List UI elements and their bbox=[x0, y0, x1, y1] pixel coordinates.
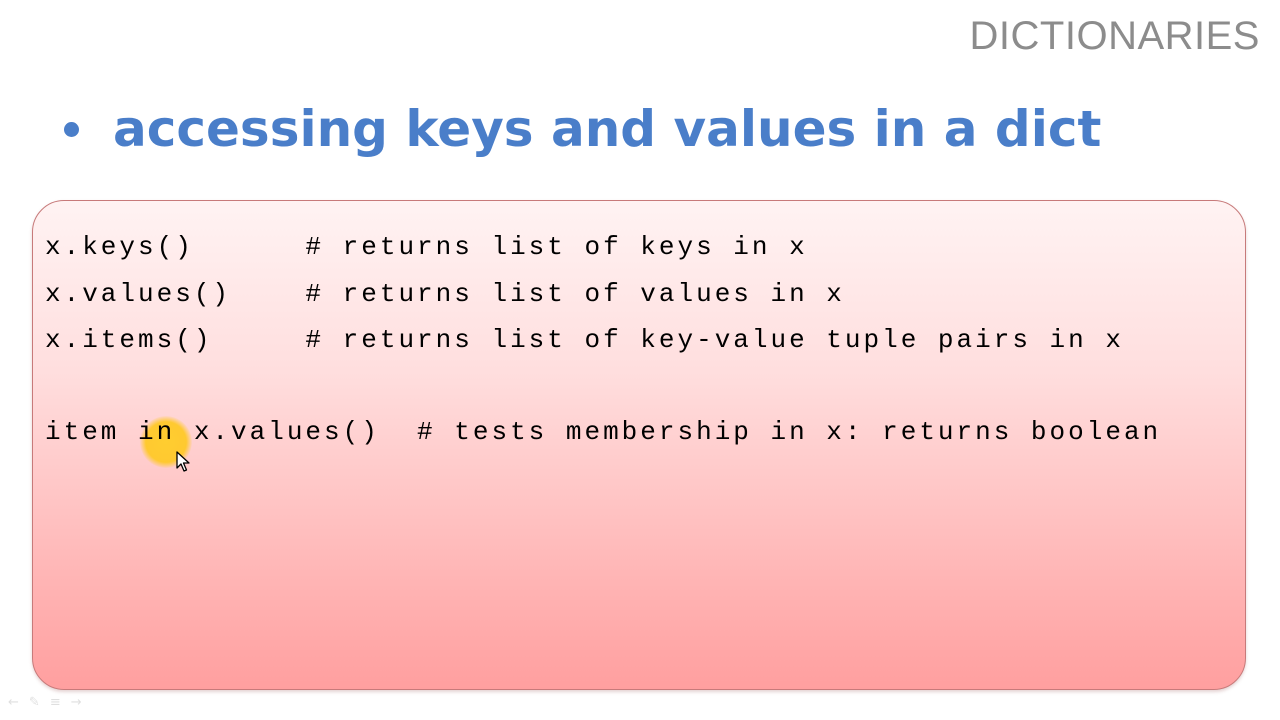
bullet-item: accessing keys and values in a dict bbox=[64, 94, 1101, 164]
mouse-pointer-icon bbox=[176, 451, 190, 472]
bullet-dot-icon bbox=[64, 121, 79, 137]
code-line-items: x.items() # returns list of key-value tu… bbox=[45, 325, 1124, 355]
code-line-values: x.values() # returns list of values in x bbox=[45, 279, 845, 309]
pen-icon[interactable]: ✎ bbox=[29, 695, 40, 710]
code-line-keys: x.keys() # returns list of keys in x bbox=[45, 232, 808, 262]
section-title: DICTIONARIES bbox=[969, 14, 1260, 58]
player-controls: ← ✎ ≡ → bbox=[8, 695, 82, 710]
back-arrow-icon[interactable]: ← bbox=[8, 695, 19, 710]
menu-icon[interactable]: ≡ bbox=[50, 695, 61, 710]
forward-arrow-icon[interactable]: → bbox=[71, 695, 82, 710]
code-line-membership: item in x.values() # tests membership in… bbox=[45, 417, 1162, 447]
bullet-text: accessing keys and values in a dict bbox=[113, 100, 1102, 158]
slide: DICTIONARIES accessing keys and values i… bbox=[0, 0, 1280, 720]
